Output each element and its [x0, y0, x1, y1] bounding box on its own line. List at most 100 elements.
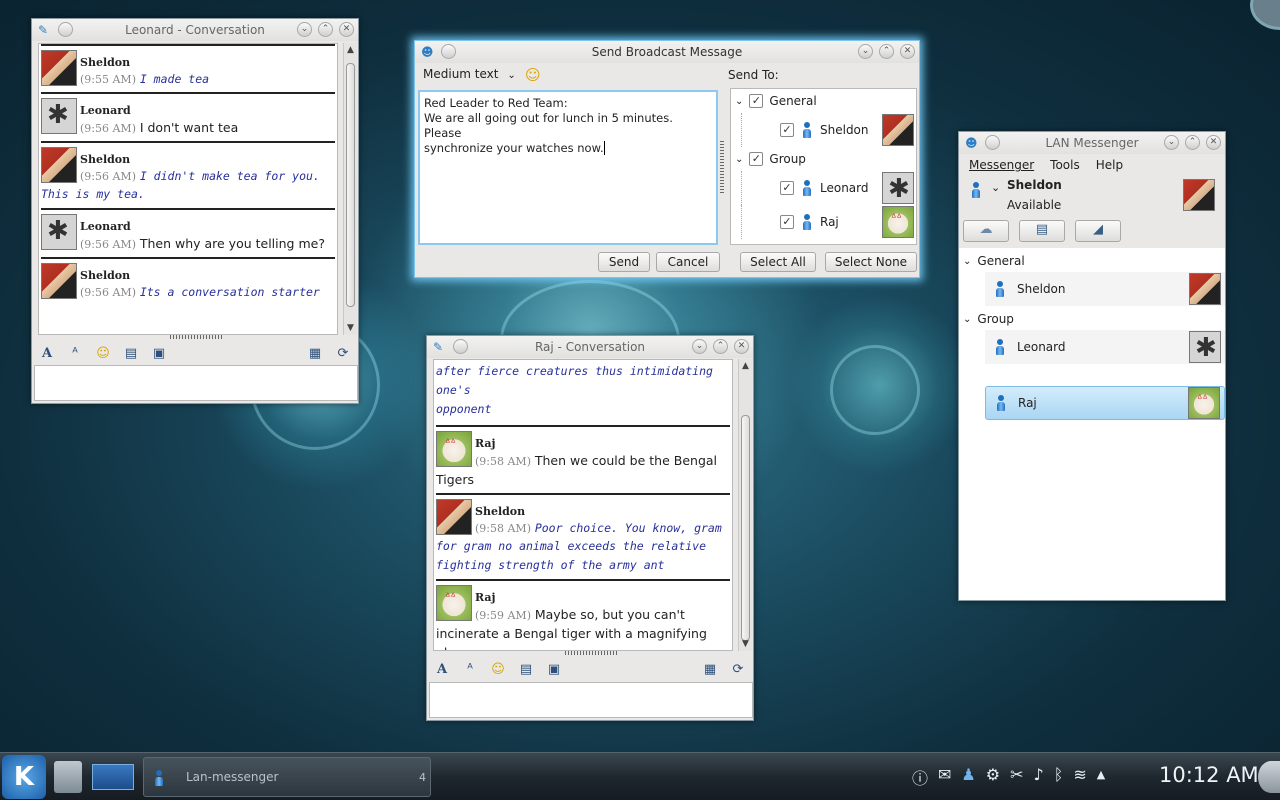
close-button[interactable]: ✕ [900, 44, 915, 59]
app-icon[interactable]: ☻ [421, 45, 435, 59]
font-color-icon[interactable]: ᴬ [461, 662, 479, 677]
smiley-icon[interactable]: ☺ [525, 66, 541, 84]
close-button[interactable]: ✕ [1206, 135, 1221, 150]
select-none-button[interactable]: Select None [825, 252, 917, 272]
mail-icon[interactable]: ✉ [938, 765, 951, 789]
scroll-up-icon[interactable]: ▲ [739, 359, 752, 373]
app-icon[interactable]: ☻ [965, 136, 979, 150]
volume-icon[interactable]: ♪ [1034, 765, 1044, 789]
pin-button[interactable] [441, 44, 456, 59]
device-notifier-icon[interactable] [54, 761, 82, 793]
app-icon[interactable]: ✎ [433, 340, 447, 354]
splitter-handle[interactable] [170, 335, 222, 339]
minimize-button[interactable]: ⌄ [297, 22, 312, 37]
status-chevron-down-icon[interactable]: ⌄ [991, 181, 1000, 194]
maximize-button[interactable]: ⌃ [1185, 135, 1200, 150]
splitter-handle[interactable] [720, 141, 724, 193]
message-input[interactable] [429, 682, 753, 718]
smiley-icon[interactable]: ☺ [94, 346, 112, 361]
recipient-group[interactable]: ⌄ ✓ Group [731, 147, 916, 171]
broadcast-button[interactable]: ☁ [963, 220, 1009, 242]
scrollbar[interactable]: ▲ ▼ [343, 43, 357, 335]
transfers-icon[interactable]: ⟳ [729, 662, 747, 677]
history-icon[interactable]: ▦ [306, 346, 324, 361]
user-status[interactable]: Available [1007, 198, 1061, 212]
settings-icon[interactable]: ⚙ [986, 765, 1000, 789]
recipient-item[interactable]: ✓ Raj [741, 205, 916, 239]
message-input[interactable] [34, 365, 358, 401]
menu-help[interactable]: Help [1096, 158, 1123, 172]
recipient-item[interactable]: ✓ Sheldon [741, 113, 916, 147]
pin-button[interactable] [58, 22, 73, 37]
scroll-thumb[interactable] [741, 415, 750, 641]
contact-group[interactable]: ⌄ General [959, 250, 1225, 272]
contact-item[interactable]: Sheldon [985, 272, 1225, 306]
contact-item[interactable]: Leonard [985, 330, 1225, 364]
scroll-down-icon[interactable]: ▼ [344, 321, 357, 335]
font-size-select[interactable]: Medium text ⌄ [423, 67, 516, 81]
transfers-icon[interactable]: ⟳ [334, 346, 352, 361]
contact-group[interactable]: ⌄ Group [959, 308, 1225, 330]
app-icon[interactable]: ✎ [38, 23, 52, 37]
cancel-button[interactable]: Cancel [656, 252, 720, 272]
pin-button[interactable] [453, 339, 468, 354]
maximize-button[interactable]: ⌃ [879, 44, 894, 59]
rss-feed-button[interactable]: ◢ [1075, 220, 1121, 242]
chevron-down-icon[interactable]: ⌄ [735, 96, 743, 107]
klipper-icon[interactable]: ✂ [1010, 765, 1023, 789]
maximize-button[interactable]: ⌃ [318, 22, 333, 37]
font-icon[interactable]: A [38, 346, 56, 361]
clock[interactable]: 10:12 AM [1159, 763, 1259, 787]
close-button[interactable]: ✕ [734, 339, 749, 354]
group-checkbox[interactable]: ✓ [749, 152, 764, 166]
info-icon[interactable]: ⓘ [912, 765, 928, 789]
recipient-checkbox[interactable]: ✓ [780, 123, 794, 137]
scroll-thumb[interactable] [346, 63, 355, 307]
contact-item[interactable]: Raj [985, 386, 1225, 420]
chevron-down-icon[interactable]: ⌄ [963, 256, 971, 267]
scroll-down-icon[interactable]: ▼ [739, 637, 752, 651]
recipient-checkbox[interactable]: ✓ [780, 215, 794, 229]
kde-menu-button[interactable]: K [2, 755, 46, 799]
font-icon[interactable]: A [433, 662, 451, 677]
wifi-icon[interactable]: ≋ [1073, 765, 1086, 789]
attach-file-icon[interactable]: ▤ [122, 346, 140, 361]
recipient-item[interactable]: ✓ Leonard [741, 171, 916, 205]
titlebar[interactable]: ✎ Raj - Conversation ⌄ ⌃ ✕ [427, 336, 753, 358]
lan-messenger-tray-icon[interactable]: ♟ [961, 765, 975, 789]
panel-toolbox-icon[interactable] [1258, 761, 1280, 793]
bluetooth-icon[interactable]: ᛒ [1054, 765, 1064, 789]
maximize-button[interactable]: ⌃ [713, 339, 728, 354]
font-color-icon[interactable]: ᴬ [66, 346, 84, 361]
menu-tools[interactable]: Tools [1050, 158, 1080, 172]
minimize-button[interactable]: ⌄ [692, 339, 707, 354]
close-button[interactable]: ✕ [339, 22, 354, 37]
minimize-button[interactable]: ⌄ [858, 44, 873, 59]
send-button[interactable]: Send [598, 252, 650, 272]
titlebar[interactable]: ☻ Send Broadcast Message ⌄ ⌃ ✕ [415, 41, 919, 63]
minimize-button[interactable]: ⌄ [1164, 135, 1179, 150]
attach-file-icon[interactable]: ▤ [517, 662, 535, 677]
titlebar[interactable]: ✎ Leonard - Conversation ⌄ ⌃ ✕ [32, 19, 358, 41]
chevron-down-icon[interactable]: ⌄ [963, 314, 971, 325]
desktop-pager[interactable] [92, 764, 134, 790]
recipient-group[interactable]: ⌄ ✓ General [731, 89, 916, 113]
user-status-icon[interactable] [971, 182, 981, 198]
smiley-icon[interactable]: ☺ [489, 662, 507, 677]
save-icon[interactable]: ▣ [150, 346, 168, 361]
chevron-down-icon[interactable]: ⌄ [735, 154, 743, 165]
menu-messenger[interactable]: Messenger [969, 158, 1034, 172]
pin-button[interactable] [985, 135, 1000, 150]
task-lan-messenger[interactable]: Lan-messenger 4 [143, 757, 431, 797]
scrollbar[interactable]: ▲ ▼ [738, 359, 752, 651]
scroll-up-icon[interactable]: ▲ [344, 43, 357, 57]
group-checkbox[interactable]: ✓ [749, 94, 764, 108]
select-all-button[interactable]: Select All [740, 252, 816, 272]
send-file-button[interactable]: ▤ [1019, 220, 1065, 242]
save-icon[interactable]: ▣ [545, 662, 563, 677]
history-icon[interactable]: ▦ [701, 662, 719, 677]
splitter-handle[interactable] [565, 651, 617, 655]
user-avatar[interactable] [1183, 179, 1215, 211]
tray-expand-icon[interactable]: ▲ [1097, 765, 1105, 789]
broadcast-message-input[interactable]: Red Leader to Red Team: We are all going… [418, 90, 718, 245]
